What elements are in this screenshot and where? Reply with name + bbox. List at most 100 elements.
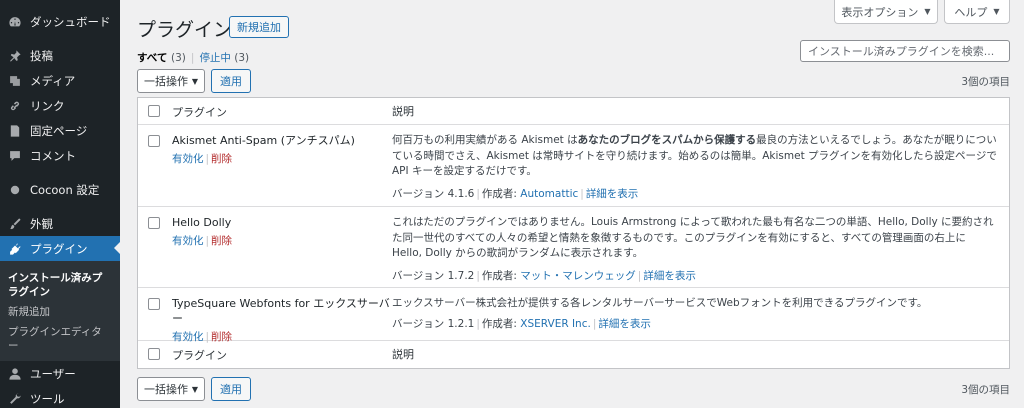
sidebar-item-label: ダッシュボード xyxy=(30,14,111,29)
sidebar-item-dashboard[interactable]: ダッシュボード xyxy=(0,9,120,34)
caret-down-icon: ▼ xyxy=(924,7,931,16)
table-header: プラグイン 説明 xyxy=(138,98,1009,125)
items-count: 3個の項目 xyxy=(961,76,1010,88)
activate-link[interactable]: 有効化 xyxy=(172,153,204,165)
sidebar-item-tools[interactable]: ツール xyxy=(0,386,120,408)
sidebar-item-label: 固定ページ xyxy=(30,123,88,138)
plugin-version: バージョン 4.1.6 xyxy=(392,187,475,200)
plugin-actions: 有効化 | 削除 xyxy=(172,153,233,165)
media-icon xyxy=(6,72,24,90)
help-label: ヘルプ xyxy=(954,5,988,19)
sidebar-item-label: 外観 xyxy=(30,216,53,231)
filter-all-count: (3) xyxy=(171,52,186,64)
author-label: 作成者: xyxy=(481,269,517,282)
plugins-table: プラグイン 説明 Akismet Anti-Spam (アンチスパム) 有効化 |… xyxy=(137,97,1010,369)
bulk-action-label: 一括操作 xyxy=(144,75,188,88)
sidebar-item-users[interactable]: ユーザー xyxy=(0,361,120,386)
bulk-action-select[interactable]: 一括操作 ▼ xyxy=(137,69,205,93)
screen-options-label: 表示オプション xyxy=(841,5,919,19)
plugin-description: 何百万もの利用実績がある Akismet はあなたのブログをスパムから保護する最… xyxy=(392,133,997,180)
sidebar-item-label: リンク xyxy=(30,98,65,113)
admin-sidebar: ダッシュボード 投稿 メディア リンク 固定ページ コメント Cocoon 設定… xyxy=(0,0,120,408)
chevron-down-icon: ▼ xyxy=(191,384,198,394)
sidebar-item-media[interactable]: メディア xyxy=(0,68,120,93)
sidebar-item-pages[interactable]: 固定ページ xyxy=(0,118,120,143)
author-label: 作成者: xyxy=(481,317,517,330)
sidebar-item-plugins[interactable]: プラグイン xyxy=(0,236,120,261)
add-new-button[interactable]: 新規追加 xyxy=(229,16,289,38)
description-bold: あなたのブログをスパムから保護する xyxy=(577,134,757,146)
pin-icon xyxy=(6,47,24,65)
search-input[interactable] xyxy=(800,40,1010,62)
plugin-name: Hello Dolly xyxy=(172,216,232,229)
submenu-add-new[interactable]: 新規追加 xyxy=(0,302,120,322)
author-link[interactable]: マット・マレンウェッグ xyxy=(520,270,636,282)
sidebar-item-label: ユーザー xyxy=(30,366,76,381)
plugin-meta: バージョン 1.2.1 | 作成者: XSERVER Inc. | 詳細を表示 xyxy=(392,317,651,330)
link-icon xyxy=(6,97,24,115)
sidebar-item-comments[interactable]: コメント xyxy=(0,143,120,168)
plugin-description: これはただのプラグインではありません。Louis Armstrong によって歌… xyxy=(392,215,997,262)
comment-icon xyxy=(6,147,24,165)
activate-link[interactable]: 有効化 xyxy=(172,235,204,247)
bulk-actions-bottom: 一括操作 ▼ 適用 xyxy=(137,377,251,401)
plugin-icon xyxy=(6,240,24,258)
screen-options-button[interactable]: 表示オプション ▼ xyxy=(834,0,938,24)
sidebar-item-label: メディア xyxy=(30,73,76,88)
delete-link[interactable]: 削除 xyxy=(211,235,232,247)
table-footer: プラグイン 説明 xyxy=(138,341,1009,368)
submenu-plugin-editor[interactable]: プラグインエディター xyxy=(0,322,120,356)
caret-down-icon: ▼ xyxy=(993,7,1000,16)
submenu-installed-plugins[interactable]: インストール済みプラグイン xyxy=(0,268,120,302)
sidebar-item-label: コメント xyxy=(30,148,76,163)
plugin-actions: 有効化 | 削除 xyxy=(172,235,233,247)
author-link[interactable]: XSERVER Inc. xyxy=(520,318,591,330)
plugin-version: バージョン 1.2.1 xyxy=(392,317,475,330)
chevron-down-icon: ▼ xyxy=(191,76,198,86)
column-header-description: 説明 xyxy=(392,105,414,118)
apply-button[interactable]: 適用 xyxy=(211,69,251,93)
sidebar-item-label: Cocoon 設定 xyxy=(30,182,100,197)
description-text: 何百万もの利用実績がある Akismet は xyxy=(392,134,578,146)
sidebar-item-links[interactable]: リンク xyxy=(0,93,120,118)
sidebar-item-label: プラグイン xyxy=(30,241,88,256)
items-count-bottom: 3個の項目 xyxy=(961,384,1010,396)
plugin-checkbox[interactable] xyxy=(148,217,160,229)
column-footer-description: 説明 xyxy=(392,348,414,361)
column-header-plugin: プラグイン xyxy=(172,106,227,119)
filter-inactive-link[interactable]: 停止中 (3) xyxy=(199,52,249,64)
help-button[interactable]: ヘルプ ▼ xyxy=(944,0,1010,24)
brush-icon xyxy=(6,215,24,233)
description-text: これはただのプラグインではありません。Louis Armstrong によって歌… xyxy=(392,216,994,259)
sidebar-item-posts[interactable]: 投稿 xyxy=(0,43,120,68)
sidebar-item-cocoon-settings[interactable]: Cocoon 設定 xyxy=(0,177,120,202)
author-label: 作成者: xyxy=(481,187,517,200)
author-link[interactable]: Automattic xyxy=(520,188,578,200)
filter-all-link[interactable]: すべて (3) xyxy=(137,52,186,64)
plugin-version: バージョン 1.7.2 xyxy=(392,269,475,282)
circle-icon xyxy=(6,181,24,199)
apply-button-bottom[interactable]: 適用 xyxy=(211,377,251,401)
status-filters: すべて (3) | 停止中 (3) xyxy=(137,50,249,65)
column-footer-plugin: プラグイン xyxy=(172,349,227,362)
sidebar-item-label: ツール xyxy=(30,391,65,406)
separator: | xyxy=(190,52,195,64)
page-icon xyxy=(6,122,24,140)
plugin-checkbox[interactable] xyxy=(148,135,160,147)
bulk-action-label: 一括操作 xyxy=(144,383,188,396)
plugin-checkbox[interactable] xyxy=(148,298,160,310)
sidebar-item-label: 投稿 xyxy=(30,48,53,63)
view-details-link[interactable]: 詳細を表示 xyxy=(586,188,639,200)
plugin-description: エックスサーバー株式会社が提供する各レンタルサーバーサービスでWebフォントを利… xyxy=(392,296,997,312)
delete-link[interactable]: 削除 xyxy=(211,153,232,165)
view-details-link[interactable]: 詳細を表示 xyxy=(643,270,696,282)
view-details-link[interactable]: 詳細を表示 xyxy=(598,318,651,330)
user-icon xyxy=(6,365,24,383)
filter-inactive-count: (3) xyxy=(234,52,250,64)
bulk-actions-top: 一括操作 ▼ 適用 xyxy=(137,69,251,93)
select-all-checkbox[interactable] xyxy=(148,105,160,117)
sidebar-item-appearance[interactable]: 外観 xyxy=(0,211,120,236)
select-all-checkbox-footer[interactable] xyxy=(148,348,160,360)
bulk-action-select-bottom[interactable]: 一括操作 ▼ xyxy=(137,377,205,401)
table-row: Akismet Anti-Spam (アンチスパム) 有効化 | 削除 何百万もの利… xyxy=(138,125,1009,207)
